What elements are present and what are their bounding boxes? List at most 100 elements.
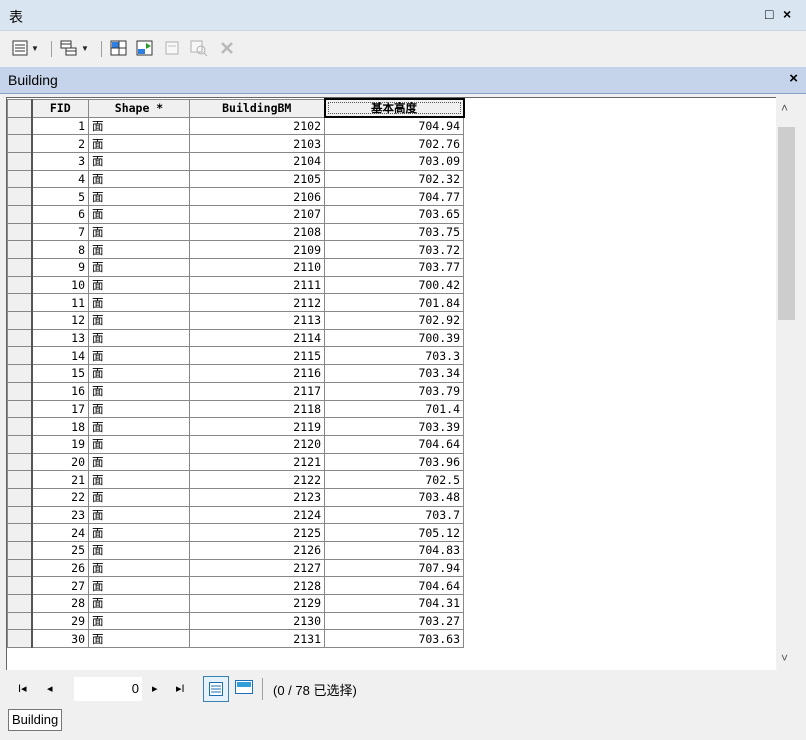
row-selector[interactable] <box>7 116 33 136</box>
row-selector[interactable] <box>7 434 33 454</box>
bottom-table-tab[interactable]: Building <box>8 709 63 731</box>
scroll-down-arrow[interactable]: ˅ <box>781 651 788 665</box>
cell-base-height[interactable]: 701.84 <box>324 293 464 313</box>
cell-base-height[interactable]: 702.92 <box>324 311 464 330</box>
cell-fid[interactable]: 24 <box>31 523 89 542</box>
row-selector[interactable] <box>7 258 33 277</box>
cell-buildingbm[interactable]: 2112 <box>189 293 325 313</box>
cell-buildingbm[interactable]: 2114 <box>189 328 325 348</box>
row-selector[interactable] <box>7 594 33 613</box>
table-row[interactable]: 8 面 2109 703.72 <box>7 240 464 259</box>
cell-buildingbm[interactable]: 2130 <box>189 611 325 631</box>
cell-fid[interactable]: 3 <box>31 151 89 171</box>
table-row[interactable]: 16 面 2117 703.79 <box>7 381 464 401</box>
cell-shape[interactable]: 面 <box>88 240 190 259</box>
row-selector[interactable] <box>7 275 33 295</box>
cell-buildingbm[interactable]: 2123 <box>189 487 325 507</box>
cell-buildingbm[interactable]: 2104 <box>189 151 325 171</box>
cell-shape[interactable]: 面 <box>88 594 190 613</box>
cell-buildingbm[interactable]: 2108 <box>189 222 325 242</box>
cell-fid[interactable]: 16 <box>31 381 89 401</box>
cell-base-height[interactable]: 703.65 <box>324 204 464 224</box>
cell-shape[interactable]: 面 <box>88 576 190 596</box>
restore-button[interactable]: □ <box>765 6 773 22</box>
last-record-button[interactable]: ▸I <box>176 682 185 695</box>
row-selector[interactable] <box>7 240 33 259</box>
column-header-fid[interactable]: FID <box>31 98 89 118</box>
cell-shape[interactable]: 面 <box>88 346 190 366</box>
cell-fid[interactable]: 11 <box>31 293 89 313</box>
row-selector[interactable] <box>7 381 33 401</box>
cell-buildingbm[interactable]: 2129 <box>189 594 325 613</box>
cell-shape[interactable]: 面 <box>88 452 190 472</box>
cell-base-height[interactable]: 703.75 <box>324 222 464 242</box>
cell-fid[interactable]: 22 <box>31 487 89 507</box>
table-row[interactable]: 23 面 2124 703.7 <box>7 505 464 525</box>
table-row[interactable]: 22 面 2123 703.48 <box>7 487 464 507</box>
cell-fid[interactable]: 23 <box>31 505 89 525</box>
cell-shape[interactable]: 面 <box>88 629 190 649</box>
row-selector[interactable] <box>7 523 33 542</box>
table-row[interactable]: 21 面 2122 702.5 <box>7 470 464 489</box>
cell-fid[interactable]: 17 <box>31 399 89 419</box>
table-row[interactable]: 7 面 2108 703.75 <box>7 222 464 242</box>
cell-base-height[interactable]: 701.4 <box>324 399 464 419</box>
cell-base-height[interactable]: 703.27 <box>324 611 464 631</box>
cell-fid[interactable]: 30 <box>31 629 89 649</box>
row-selector[interactable] <box>7 452 33 472</box>
table-row[interactable]: 6 面 2107 703.65 <box>7 204 464 224</box>
row-header-corner[interactable] <box>7 98 33 118</box>
cell-buildingbm[interactable]: 2125 <box>189 523 325 542</box>
cell-fid[interactable]: 5 <box>31 187 89 206</box>
cell-fid[interactable]: 6 <box>31 204 89 224</box>
cell-base-height[interactable]: 704.94 <box>324 116 464 136</box>
close-table-button[interactable]: × <box>789 70 798 87</box>
cell-buildingbm[interactable]: 2122 <box>189 470 325 489</box>
cell-shape[interactable]: 面 <box>88 151 190 171</box>
table-row[interactable]: 28 面 2129 704.31 <box>7 594 464 613</box>
cell-buildingbm[interactable]: 2105 <box>189 169 325 189</box>
cell-base-height[interactable]: 702.76 <box>324 134 464 153</box>
cell-base-height[interactable]: 704.83 <box>324 541 464 560</box>
cell-base-height[interactable]: 703.3 <box>324 346 464 366</box>
first-record-button[interactable]: I◂ <box>18 682 27 695</box>
switch-selection-button[interactable] <box>136 39 154 57</box>
select-by-attributes-button[interactable] <box>110 39 128 57</box>
table-row[interactable]: 11 面 2112 701.84 <box>7 293 464 313</box>
cell-base-height[interactable]: 703.48 <box>324 487 464 507</box>
table-row[interactable]: 19 面 2120 704.64 <box>7 434 464 454</box>
table-row[interactable]: 18 面 2119 703.39 <box>7 417 464 436</box>
table-row[interactable]: 3 面 2104 703.09 <box>7 151 464 171</box>
cell-buildingbm[interactable]: 2121 <box>189 452 325 472</box>
row-selector[interactable] <box>7 629 33 649</box>
cell-shape[interactable]: 面 <box>88 222 190 242</box>
cell-buildingbm[interactable]: 2106 <box>189 187 325 206</box>
cell-shape[interactable]: 面 <box>88 275 190 295</box>
row-selector[interactable] <box>7 187 33 206</box>
cell-fid[interactable]: 19 <box>31 434 89 454</box>
cell-shape[interactable]: 面 <box>88 417 190 436</box>
row-selector[interactable] <box>7 222 33 242</box>
cell-buildingbm[interactable]: 2131 <box>189 629 325 649</box>
cell-fid[interactable]: 1 <box>31 116 89 136</box>
table-row[interactable]: 15 面 2116 703.34 <box>7 364 464 383</box>
row-selector[interactable] <box>7 204 33 224</box>
cell-shape[interactable]: 面 <box>88 381 190 401</box>
cell-shape[interactable]: 面 <box>88 293 190 313</box>
cell-fid[interactable]: 2 <box>31 134 89 153</box>
cell-shape[interactable]: 面 <box>88 187 190 206</box>
related-tables-button[interactable]: ▼ <box>60 39 89 57</box>
cell-base-height[interactable]: 700.39 <box>324 328 464 348</box>
cell-fid[interactable]: 15 <box>31 364 89 383</box>
cell-buildingbm[interactable]: 2124 <box>189 505 325 525</box>
close-window-button[interactable]: × <box>783 6 791 22</box>
row-selector[interactable] <box>7 576 33 596</box>
cell-fid[interactable]: 4 <box>31 169 89 189</box>
cell-shape[interactable]: 面 <box>88 470 190 489</box>
cell-shape[interactable]: 面 <box>88 434 190 454</box>
cell-fid[interactable]: 12 <box>31 311 89 330</box>
cell-buildingbm[interactable]: 2118 <box>189 399 325 419</box>
cell-base-height[interactable]: 704.64 <box>324 576 464 596</box>
row-selector[interactable] <box>7 346 33 366</box>
cell-buildingbm[interactable]: 2115 <box>189 346 325 366</box>
